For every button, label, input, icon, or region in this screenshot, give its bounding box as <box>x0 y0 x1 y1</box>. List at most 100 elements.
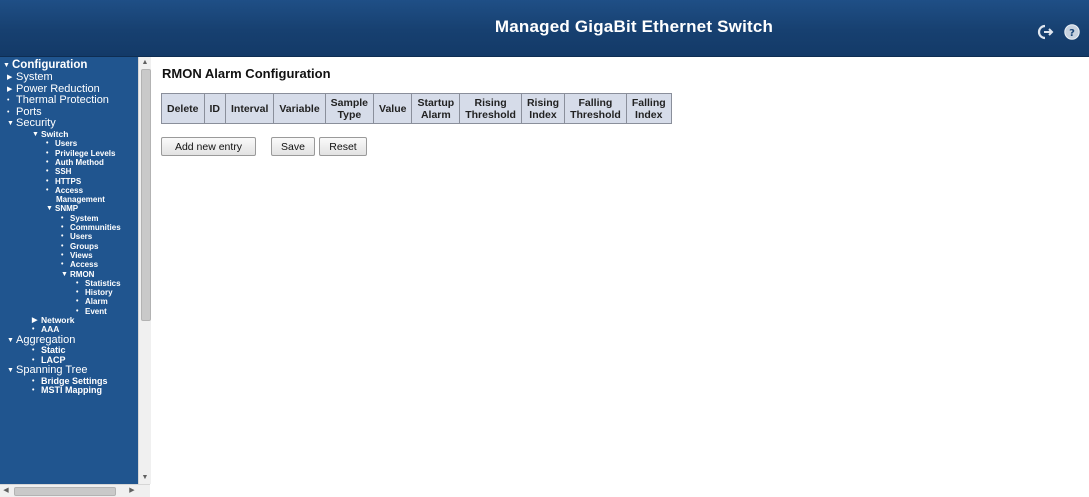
sidebar-item-label: MSTI Mapping <box>41 385 102 396</box>
sidebar-item-system[interactable]: • System <box>0 214 138 223</box>
bullet-icon: • <box>61 251 64 259</box>
sidebar-item-users[interactable]: • Users <box>0 232 138 241</box>
bullet-icon: • <box>46 168 49 176</box>
sidebar: ▼ Configuration ▶ System ▶ Power Reduction • Th… <box>0 57 150 496</box>
scroll-left-icon[interactable]: ◀ <box>0 485 12 497</box>
bullet-icon: • <box>46 158 49 166</box>
bullet-icon: • <box>76 289 79 297</box>
sidebar-item-alarm[interactable]: • Alarm <box>0 297 138 306</box>
column-header-text: Variable <box>279 102 320 115</box>
sidebar-item-label: Spanning Tree <box>16 364 88 377</box>
bullet-icon: • <box>7 108 10 116</box>
sidebar-item-groups[interactable]: • Groups <box>0 242 138 251</box>
column-header: Rising Index <box>520 93 566 124</box>
scroll-right-icon[interactable]: ▶ <box>126 485 138 497</box>
column-header-text: Rising <box>526 96 560 109</box>
sidebar-item-statistics[interactable]: • Statistics <box>0 279 138 288</box>
sidebar-item-label: Management <box>56 195 105 205</box>
sidebar-vertical-scrollbar[interactable]: ▲ ▼ <box>138 57 151 484</box>
sidebar-item-label: Users <box>70 232 93 242</box>
bullet-icon: • <box>46 140 49 148</box>
sidebar-item-ssh[interactable]: • SSH <box>0 167 138 176</box>
column-header-text: Index <box>635 108 663 121</box>
bullet-icon: • <box>76 298 79 306</box>
sidebar-item-rmon[interactable]: ▼ RMON <box>0 270 138 279</box>
sidebar-item-label: Privilege Levels <box>55 148 116 158</box>
save-button[interactable]: Save <box>271 137 315 156</box>
sidebar-item-aggregation[interactable]: ▼ Aggregation <box>0 333 138 347</box>
sidebar-item-security[interactable]: ▼ Security <box>0 118 138 130</box>
sidebar-item-label: Communities <box>70 223 121 233</box>
sidebar-item-history[interactable]: • History <box>0 288 138 297</box>
sidebar-item-access[interactable]: • Access <box>0 186 138 195</box>
bullet-icon: • <box>61 214 64 222</box>
expanded-arrow-icon: ▼ <box>61 270 68 278</box>
column-header-text: Threshold <box>465 108 516 121</box>
expanded-arrow-icon: ▼ <box>3 62 10 69</box>
sidebar-item-msti-mapping[interactable]: • MSTI Mapping <box>0 386 138 395</box>
sidebar-item-label: Configuration <box>12 59 88 71</box>
sidebar-item-label: System <box>70 213 99 223</box>
scrollbar-thumb[interactable] <box>141 69 151 321</box>
sidebar-item-label: Ports <box>16 105 42 118</box>
sidebar-item-communities[interactable]: • Communities <box>0 223 138 232</box>
scrollbar-thumb[interactable] <box>14 487 116 496</box>
sidebar-item-snmp[interactable]: ▼ SNMP <box>0 204 138 213</box>
sidebar-item-access[interactable]: • Access <box>0 260 138 269</box>
sidebar-item-switch[interactable]: ▼ Switch <box>0 128 138 139</box>
column-header: Startup Alarm <box>411 93 461 124</box>
sidebar-item-label: Aggregation <box>16 333 76 346</box>
page-title: RMON Alarm Configuration <box>162 66 331 81</box>
column-header-text: Index <box>529 108 557 121</box>
column-header: Sample Type <box>324 93 375 124</box>
sidebar-item-label: System <box>16 71 53 83</box>
add-new-entry-button[interactable]: Add new entry <box>161 137 256 156</box>
column-header: Falling Index <box>625 93 672 124</box>
sidebar-item-label: Access <box>55 185 84 195</box>
column-header: Falling Threshold <box>564 93 627 124</box>
table-header-row: Delete ID Interval Variable Sample Type Value S… <box>161 93 672 124</box>
sidebar-item-label: Views <box>70 250 93 260</box>
logout-icon[interactable] <box>1036 23 1054 41</box>
sidebar-item-management[interactable]: Management <box>0 195 138 204</box>
sidebar-horizontal-scrollbar[interactable]: ◀ ▶ <box>0 484 150 497</box>
bullet-icon: • <box>7 97 10 105</box>
sidebar-item-network[interactable]: ▶ Network <box>0 315 138 325</box>
sidebar-item-label: Statistics <box>85 278 121 288</box>
expanded-arrow-icon: ▼ <box>32 130 39 138</box>
sidebar-item-label: Access <box>70 260 99 270</box>
sidebar-item-https[interactable]: • HTTPS <box>0 177 138 186</box>
column-header-text: Falling <box>578 96 613 109</box>
scroll-up-icon[interactable]: ▲ <box>139 57 151 69</box>
bullet-icon: • <box>46 149 49 157</box>
reset-button[interactable]: Reset <box>319 137 367 156</box>
sidebar-item-privilege-levels[interactable]: • Privilege Levels <box>0 149 138 158</box>
column-header: ID <box>203 93 227 124</box>
sidebar-item-label: SNMP <box>55 204 79 214</box>
sidebar-item-views[interactable]: • Views <box>0 251 138 260</box>
collapsed-arrow-icon: ▶ <box>7 74 13 81</box>
scroll-down-icon[interactable]: ▼ <box>139 472 151 484</box>
bullet-icon: • <box>61 233 64 241</box>
column-header-text: Rising <box>474 96 507 109</box>
sidebar-item-label: History <box>85 288 113 298</box>
app-title: Managed GigaBit Ethernet Switch <box>494 17 774 36</box>
sidebar-item-static[interactable]: • Static <box>0 346 138 355</box>
nav-tree: ▼ Configuration ▶ System ▶ Power Reduction • Th… <box>0 59 138 484</box>
column-header-text: Falling <box>631 96 666 109</box>
sidebar-item-auth-method[interactable]: • Auth Method <box>0 158 138 167</box>
sidebar-item-users[interactable]: • Users <box>0 139 138 148</box>
bullet-icon: • <box>61 224 64 232</box>
column-header-text: Value <box>379 102 407 115</box>
column-header-text: Alarm <box>420 108 451 121</box>
bullet-icon: • <box>46 177 49 185</box>
bullet-icon: • <box>32 347 35 355</box>
sidebar-item-label: Switch <box>41 128 69 139</box>
help-icon[interactable]: ? <box>1063 23 1081 41</box>
sidebar-item-label: Alarm <box>85 297 108 307</box>
bullet-icon: • <box>32 377 35 385</box>
sidebar-item-label: Power Reduction <box>16 82 100 95</box>
collapsed-arrow-icon: ▶ <box>32 317 38 325</box>
column-header-text: Sample <box>330 96 369 109</box>
column-header: Interval <box>225 93 275 124</box>
